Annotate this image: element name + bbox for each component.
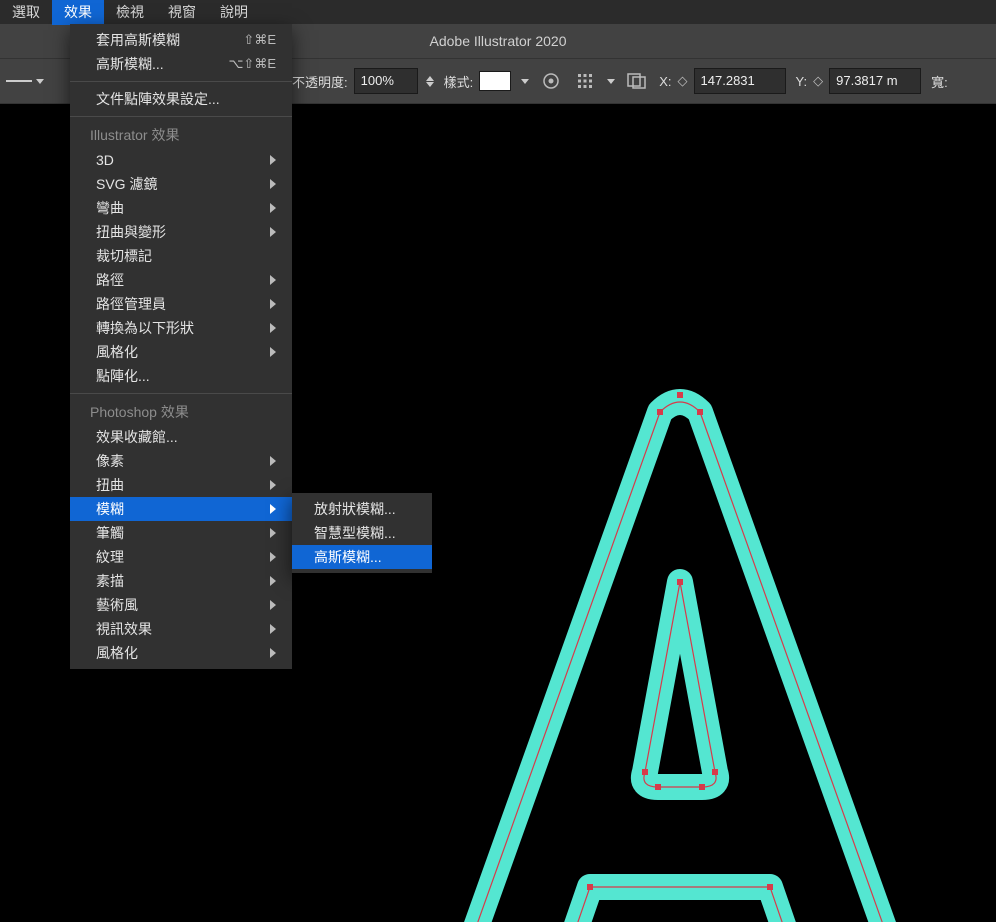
chevron-right-icon (270, 504, 276, 514)
width-label: 寬: (931, 72, 948, 91)
menu-item-3D[interactable]: 3D (70, 148, 292, 172)
chevron-right-icon (270, 179, 276, 189)
menu-item-label: 裁切標記 (96, 246, 276, 266)
menu-item-扭曲與變形[interactable]: 扭曲與變形 (70, 220, 292, 244)
y-field[interactable]: 97.3817 m (829, 68, 921, 94)
style-label: 樣式: (444, 72, 474, 91)
y-label: Y: (796, 74, 808, 89)
menu-item-label: 點陣化... (96, 366, 276, 386)
menu-item-SVG 濾鏡[interactable]: SVG 濾鏡 (70, 172, 292, 196)
chevron-right-icon (270, 203, 276, 213)
menu-item-扭曲[interactable]: 扭曲 (70, 473, 292, 497)
menu-item-label: 彎曲 (96, 198, 256, 218)
menu-item-label: 3D (96, 152, 256, 168)
chevron-right-icon (270, 624, 276, 634)
chevron-down-icon (607, 79, 615, 84)
menu-select[interactable]: 選取 (0, 0, 52, 25)
menu-item-label: SVG 濾鏡 (96, 174, 256, 194)
chevron-right-icon (270, 456, 276, 466)
menu-item-效果收藏館...[interactable]: 效果收藏館... (70, 425, 292, 449)
menu-separator (70, 81, 292, 82)
section-illustrator-effects: Illustrator 效果 (70, 122, 292, 148)
chevron-down-icon (36, 79, 44, 84)
menu-item-轉換為以下形狀[interactable]: 轉換為以下形狀 (70, 316, 292, 340)
menu-item-label: 扭曲 (96, 475, 256, 495)
menu-item-label: 筆觸 (96, 523, 256, 543)
chevron-right-icon (270, 576, 276, 586)
effects-menu: 套用高斯模糊 ⇧⌘E 高斯模糊... ⌥⇧⌘E 文件點陣效果設定... Illu… (70, 24, 292, 669)
submenu-item-智慧型模糊...[interactable]: 智慧型模糊... (292, 521, 432, 545)
chevron-down-icon (521, 79, 529, 84)
menu-item-label: 視訊效果 (96, 619, 256, 639)
menu-item-label: 紋理 (96, 547, 256, 567)
menu-effects[interactable]: 效果 (52, 0, 104, 25)
line-type-dropdown[interactable] (6, 79, 44, 84)
section-photoshop-effects: Photoshop 效果 (70, 399, 292, 425)
menu-item-label: 像素 (96, 451, 256, 471)
menu-item-label: 風格化 (96, 643, 256, 663)
chevron-right-icon (270, 528, 276, 538)
y-link-icon[interactable]: ◇ (813, 73, 823, 89)
menu-item-素描[interactable]: 素描 (70, 569, 292, 593)
app-menubar: 選取 效果 檢視 視窗 說明 (0, 0, 996, 24)
align-icon[interactable] (573, 69, 597, 93)
menu-gaussian-blur[interactable]: 高斯模糊... ⌥⇧⌘E (70, 52, 292, 76)
menu-item-label: 風格化 (96, 342, 256, 362)
menu-item-風格化[interactable]: 風格化 (70, 641, 292, 665)
blur-submenu: 放射狀模糊...智慧型模糊...高斯模糊... (292, 493, 432, 573)
opacity-stepper[interactable] (426, 76, 434, 87)
menu-item-紋理[interactable]: 紋理 (70, 545, 292, 569)
chevron-right-icon (270, 347, 276, 357)
menu-item-裁切標記[interactable]: 裁切標記 (70, 244, 292, 268)
menu-help[interactable]: 說明 (208, 0, 260, 25)
chevron-right-icon (270, 600, 276, 610)
menu-view[interactable]: 檢視 (104, 0, 156, 25)
menu-item-模糊[interactable]: 模糊 (70, 497, 292, 521)
menu-item-label: 藝術風 (96, 595, 256, 615)
menu-item-label: 效果收藏館... (96, 427, 276, 447)
chevron-right-icon (270, 155, 276, 165)
app-title: Adobe Illustrator 2020 (430, 33, 567, 49)
menu-item-藝術風[interactable]: 藝術風 (70, 593, 292, 617)
artwork-neon-a[interactable] (420, 382, 940, 922)
chevron-right-icon (270, 323, 276, 333)
menu-window[interactable]: 視窗 (156, 0, 208, 25)
chevron-right-icon (270, 552, 276, 562)
chevron-right-icon (270, 299, 276, 309)
menu-item-label: 素描 (96, 571, 256, 591)
x-field[interactable]: 147.2831 (694, 68, 786, 94)
menu-doc-raster-settings[interactable]: 文件點陣效果設定... (70, 87, 292, 111)
chevron-right-icon (270, 480, 276, 490)
menu-item-視訊效果[interactable]: 視訊效果 (70, 617, 292, 641)
menu-item-彎曲[interactable]: 彎曲 (70, 196, 292, 220)
menu-item-label: 轉換為以下形狀 (96, 318, 256, 338)
menu-item-路徑管理員[interactable]: 路徑管理員 (70, 292, 292, 316)
menu-apply-gaussian-blur[interactable]: 套用高斯模糊 ⇧⌘E (70, 28, 292, 52)
menu-item-label: 扭曲與變形 (96, 222, 256, 242)
chevron-right-icon (270, 648, 276, 658)
menu-item-筆觸[interactable]: 筆觸 (70, 521, 292, 545)
menu-item-label: 路徑 (96, 270, 256, 290)
menu-item-路徑[interactable]: 路徑 (70, 268, 292, 292)
menu-item-點陣化...[interactable]: 點陣化... (70, 364, 292, 388)
menu-separator (70, 116, 292, 117)
menu-separator (70, 393, 292, 394)
transform-icon[interactable] (625, 69, 649, 93)
submenu-item-放射狀模糊...[interactable]: 放射狀模糊... (292, 497, 432, 521)
x-link-icon[interactable]: ◇ (678, 73, 688, 89)
opacity-field[interactable]: 100% (354, 68, 418, 94)
submenu-item-高斯模糊...[interactable]: 高斯模糊... (292, 545, 432, 569)
style-swatch[interactable] (479, 71, 511, 91)
menu-item-label: 模糊 (96, 499, 256, 519)
x-label: X: (659, 74, 671, 89)
opacity-label: 不透明度: (292, 72, 348, 91)
chevron-right-icon (270, 275, 276, 285)
menu-item-像素[interactable]: 像素 (70, 449, 292, 473)
chevron-right-icon (270, 227, 276, 237)
menu-item-label: 路徑管理員 (96, 294, 256, 314)
recolor-icon[interactable] (539, 69, 563, 93)
menu-item-風格化[interactable]: 風格化 (70, 340, 292, 364)
